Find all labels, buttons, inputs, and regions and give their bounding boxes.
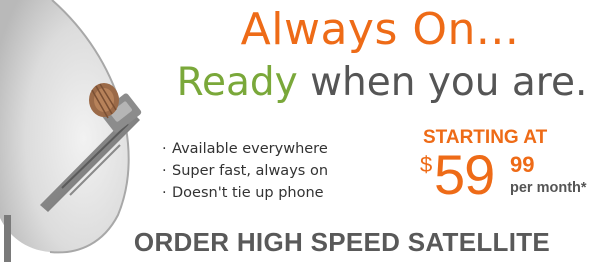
bullet-dot: ·	[162, 163, 167, 179]
satellite-dish-icon	[0, 0, 142, 262]
feature-text: Doesn't tie up phone	[172, 185, 324, 201]
bullet-dot: ·	[162, 185, 167, 201]
price-dollars: 59	[434, 143, 495, 206]
feature-text: Available everywhere	[172, 141, 328, 157]
subheadline-rest: when you are.	[297, 60, 588, 105]
price-period: per month*	[510, 180, 587, 196]
feature-item: · Available everywhere	[162, 138, 328, 160]
feature-text: Super fast, always on	[172, 163, 329, 179]
subheadline: Ready when you are.	[154, 60, 610, 105]
satellite-ad-banner[interactable]: Always On... Ready when you are. · Availa…	[0, 0, 614, 262]
price-currency: $	[420, 152, 433, 177]
feature-item: · Super fast, always on	[162, 160, 328, 182]
bullet-dot: ·	[162, 141, 167, 157]
headline: Always On...	[240, 4, 520, 55]
subheadline-highlight: Ready	[176, 60, 298, 105]
feature-item: · Doesn't tie up phone	[162, 182, 328, 204]
price-cents: 99	[510, 152, 535, 177]
order-cta-link[interactable]: ORDER HIGH SPEED SATELLITE	[82, 227, 602, 258]
feature-list: · Available everywhere · Super fast, alway…	[162, 138, 328, 204]
